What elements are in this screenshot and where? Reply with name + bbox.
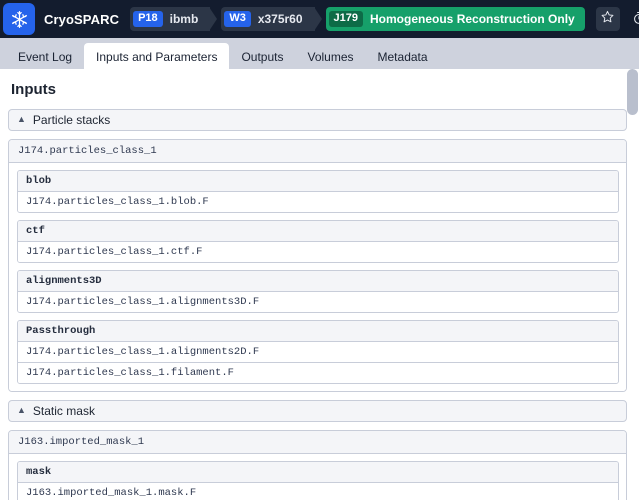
inputs-panel: Inputs ▲ Particle stacks J174.particles_… — [0, 69, 639, 500]
cryosparc-logo[interactable] — [3, 3, 35, 35]
breadcrumb-project[interactable]: P18 ibmb — [130, 7, 218, 31]
result-slot-title: ctf — [18, 221, 618, 242]
stopwatch-icon — [632, 11, 639, 28]
result-card: J174.particles_class_1 blob J174.particl… — [8, 139, 627, 392]
result-slot-mask: mask J163.imported_mask_1.mask.F — [17, 461, 619, 500]
tab-event-log[interactable]: Event Log — [6, 43, 84, 69]
star-outline-icon — [601, 10, 614, 28]
result-slot-alignments3d: alignments3D J174.particles_class_1.alig… — [17, 270, 619, 313]
result-slot-blob: blob J174.particles_class_1.blob.F — [17, 170, 619, 213]
input-group-header[interactable]: ▲ Static mask — [8, 400, 627, 422]
input-group-title: Particle stacks — [32, 113, 111, 127]
app-topbar: CryoSPARC P18 ibmb W3 x375r60 J179 Homog… — [0, 0, 639, 38]
input-group-header[interactable]: ▲ Particle stacks — [8, 109, 627, 131]
result-slot-title: alignments3D — [18, 271, 618, 292]
input-group-static-mask: ▲ Static mask J163.imported_mask_1 mask … — [8, 400, 627, 500]
project-name: ibmb — [169, 12, 199, 26]
job-tabbar: Event Log Inputs and Parameters Outputs … — [0, 38, 639, 69]
result-slot-row[interactable]: J174.particles_class_1.blob.F — [18, 192, 618, 212]
result-slot-row[interactable]: J174.particles_class_1.alignments3D.F — [18, 292, 618, 312]
brand-name: CryoSPARC — [44, 11, 120, 27]
workspace-id-chip: W3 — [224, 11, 251, 27]
input-group-title: Static mask — [32, 404, 95, 418]
content-scrollbar[interactable] — [625, 69, 639, 500]
page-title: Inputs — [11, 81, 56, 98]
input-group-particle-stacks: ▲ Particle stacks J174.particles_class_1… — [8, 109, 627, 392]
job-title: Homogeneous Reconstruction Only — [370, 12, 575, 26]
result-card-body: mask J163.imported_mask_1.mask.F — [9, 454, 626, 500]
result-slot-passthrough: Passthrough J174.particles_class_1.align… — [17, 320, 619, 384]
job-id-chip: J179 — [328, 11, 364, 27]
result-card-name: J174.particles_class_1 — [9, 140, 626, 163]
tab-inputs-and-parameters[interactable]: Inputs and Parameters — [84, 43, 230, 69]
chevron-up-icon: ▲ — [17, 113, 26, 124]
result-card-body: blob J174.particles_class_1.blob.F ctf J… — [9, 163, 626, 391]
project-id-chip: P18 — [133, 11, 163, 27]
chevron-up-icon: ▲ — [17, 404, 26, 415]
snowflake-icon — [10, 10, 29, 29]
result-slot-row[interactable]: J163.imported_mask_1.mask.F — [18, 483, 618, 500]
result-slot-ctf: ctf J174.particles_class_1.ctf.F — [17, 220, 619, 263]
result-slot-title: Passthrough — [18, 321, 618, 342]
tab-volumes[interactable]: Volumes — [295, 43, 365, 69]
result-slot-row[interactable]: J174.particles_class_1.ctf.F — [18, 242, 618, 262]
breadcrumb-workspace[interactable]: W3 x375r60 — [221, 7, 322, 31]
result-card-name: J163.imported_mask_1 — [9, 431, 626, 454]
result-card: J163.imported_mask_1 mask J163.imported_… — [8, 430, 627, 500]
result-slot-row[interactable]: J174.particles_class_1.alignments2D.F — [18, 342, 618, 363]
breadcrumb: P18 ibmb W3 x375r60 J179 Homogeneous Rec… — [130, 7, 585, 31]
breadcrumb-job[interactable]: J179 Homogeneous Reconstruction Only — [325, 7, 585, 31]
tab-metadata[interactable]: Metadata — [366, 43, 440, 69]
workspace-name: x375r60 — [257, 12, 303, 26]
favorite-button[interactable] — [595, 7, 620, 31]
result-slot-row[interactable]: J174.particles_class_1.filament.F — [18, 363, 618, 383]
job-elapsed-timer: 09m 15s — [632, 11, 639, 28]
result-slot-title: mask — [18, 462, 618, 483]
scrollbar-thumb[interactable] — [627, 69, 638, 115]
tab-outputs[interactable]: Outputs — [229, 43, 295, 69]
result-slot-title: blob — [18, 171, 618, 192]
